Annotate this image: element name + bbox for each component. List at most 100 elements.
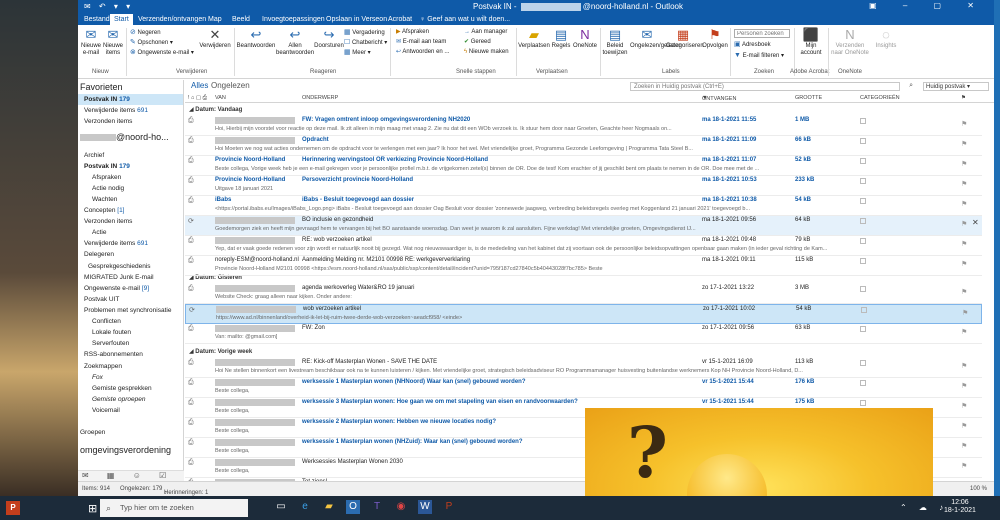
ignore-button[interactable]: ⊘ Negeren bbox=[130, 29, 161, 37]
flag-icon[interactable]: ⚑ bbox=[961, 260, 967, 268]
quickstep-email-team[interactable]: ✉ E-mail aan team bbox=[396, 39, 446, 46]
folder-20[interactable]: Conflicten bbox=[78, 316, 183, 327]
reply-all-button[interactable]: ↩ Allen beantwoorden bbox=[276, 28, 314, 57]
tab-bestand[interactable]: Bestand bbox=[80, 14, 114, 25]
folder-2[interactable]: Verwijderde items 691 bbox=[78, 105, 183, 116]
task-view-icon[interactable]: ▭ bbox=[274, 500, 288, 514]
delete-button[interactable]: ✕ Verwijderen bbox=[198, 28, 232, 50]
folder-30[interactable]: omgevingsverordening bbox=[78, 445, 183, 456]
followup-button[interactable]: ⚑ Opvolgen bbox=[702, 28, 728, 50]
message-row[interactable]: ⎙ werksessie 1 Masterplan wonen (NHNoord)… bbox=[185, 378, 982, 398]
tab-invoegtoepassingen[interactable]: Invoegtoepassingen bbox=[258, 14, 329, 25]
folder-15[interactable]: Gesprekgeschiedenis bbox=[78, 261, 183, 272]
folder-12[interactable]: Actie bbox=[78, 227, 183, 238]
cleanup-button[interactable]: ✎ Opschonen ▾ bbox=[130, 39, 173, 47]
filter-unread[interactable]: Ongelezen bbox=[211, 81, 250, 90]
folder-9[interactable]: Wachten bbox=[78, 194, 183, 205]
quickstep-antwoorden[interactable]: ↩ Antwoorden en ... bbox=[396, 49, 449, 56]
system-tray[interactable]: ⌃ ☁ ♪ bbox=[900, 503, 948, 512]
category-box[interactable] bbox=[860, 258, 866, 264]
my-account-button[interactable]: ⬛ Mijn account bbox=[796, 28, 826, 57]
folder-24[interactable]: Zoekmappen bbox=[78, 361, 183, 372]
tab-verzenden-ontvangen[interactable]: Verzenden/ontvangen bbox=[134, 14, 210, 25]
folder-29[interactable]: Groepen bbox=[78, 427, 183, 438]
flag-icon[interactable]: ⚑ bbox=[961, 382, 967, 390]
folder-26[interactable]: Gemiste gesprekken bbox=[78, 383, 183, 394]
folder-22[interactable]: Serverfouten bbox=[78, 338, 183, 349]
window-controls[interactable]: ▣ – ▢ ✕ bbox=[869, 1, 986, 10]
folder-6[interactable]: Postvak IN 179 bbox=[78, 161, 183, 172]
tab-acrobat[interactable]: Acrobat bbox=[384, 14, 416, 25]
filter-all[interactable]: Alles bbox=[191, 81, 208, 90]
flag-icon[interactable]: ⚑ bbox=[961, 220, 967, 228]
column-subject[interactable]: ONDERWERP bbox=[302, 95, 338, 101]
categorize-button[interactable]: ▦ Categoriseren bbox=[666, 28, 704, 50]
column-from[interactable]: VAN bbox=[215, 95, 226, 101]
new-items-button[interactable]: ✉ Nieuwe items bbox=[103, 28, 123, 57]
quickstep-afspraken[interactable]: ▶ Afspraken bbox=[396, 29, 429, 36]
folder-27[interactable]: Gemiste oproepen bbox=[78, 394, 183, 405]
junk-button[interactable]: ⊗ Ongewenste e-mail ▾ bbox=[130, 49, 194, 57]
date-group-header[interactable]: ◢ Datum: Vorige week bbox=[185, 348, 975, 357]
message-row[interactable]: ⎙ agenda werkoverleg Water&RO 19 januari z… bbox=[185, 284, 982, 304]
flag-icon[interactable]: ⚑ bbox=[962, 309, 968, 317]
tab-start[interactable]: Start bbox=[110, 14, 133, 25]
quick-access-toolbar[interactable]: ✉ ↶ ▾ ▾ bbox=[84, 2, 133, 11]
column-flag[interactable]: ⚑ bbox=[961, 95, 966, 101]
file-explorer-icon[interactable]: ▰ bbox=[322, 500, 336, 514]
clock[interactable]: 12:06 18-1-2021 bbox=[944, 499, 976, 515]
search-people-input[interactable] bbox=[734, 29, 790, 38]
folder-5[interactable]: Archief bbox=[78, 150, 183, 161]
tell-me-search[interactable]: ♀ Geef aan wat u wilt doen... bbox=[416, 14, 514, 25]
tab-map[interactable]: Map bbox=[204, 14, 226, 25]
app-icon[interactable]: ◉ bbox=[394, 500, 408, 514]
filter-email-button[interactable]: ▼ E-mail filteren ▾ bbox=[734, 52, 784, 60]
folder-13[interactable]: Verwijderde items 691 bbox=[78, 238, 183, 249]
new-email-button[interactable]: ✉ Nieuwe e-mail bbox=[81, 28, 101, 57]
folder-28[interactable]: Voicemail bbox=[78, 405, 183, 416]
folder-11[interactable]: Verzonden items bbox=[78, 216, 183, 227]
folder-21[interactable]: Lokale fouten bbox=[78, 327, 183, 338]
windows-start-icon[interactable]: ⊞ bbox=[88, 502, 97, 515]
column-icons[interactable]: ! ⌂ ▢ ⎙ bbox=[188, 95, 207, 102]
rules-button[interactable]: ▤ Regels bbox=[550, 28, 572, 50]
message-row[interactable]: ⎙ Opdracht ma 18-1-2021 11:09 66 kB Hoi Moet… bbox=[185, 136, 982, 156]
category-box[interactable] bbox=[860, 400, 866, 406]
nav-switcher[interactable]: ✉ ▦ ☺ ☑ ⋯ bbox=[78, 470, 184, 489]
word-icon[interactable]: W bbox=[418, 500, 432, 514]
folder-14[interactable]: Delegeren bbox=[78, 249, 183, 260]
message-row[interactable]: ⎙ iBabs iBabs - Besluit toegevoegd aan dos… bbox=[185, 196, 982, 216]
edge-icon[interactable]: e bbox=[298, 500, 312, 514]
category-box[interactable] bbox=[860, 198, 866, 204]
message-row[interactable]: ⎙ RE: Kick-off Masterplan Wonen - SAVE TH… bbox=[185, 358, 982, 378]
folder-4[interactable]: @noord-ho... bbox=[78, 132, 183, 143]
flag-icon[interactable]: ⚑ bbox=[961, 402, 967, 410]
flag-icon[interactable]: ⚑ bbox=[961, 200, 967, 208]
chat-button[interactable]: ☐ Chatbericht ▾ bbox=[344, 39, 387, 47]
message-row[interactable]: ⎙ FW: Vragen omtrent inloop omgevingsvero… bbox=[185, 116, 982, 136]
onenote-button[interactable]: N OneNote bbox=[572, 28, 598, 50]
column-size[interactable]: GROOTTE bbox=[795, 95, 822, 101]
message-row[interactable]: ⎙ FW: Zon zo 17-1-2021 09:56 63 kB Van: mail… bbox=[185, 324, 982, 344]
message-row[interactable]: ⎙ Provincie Noord-Holland Persoverzicht pr… bbox=[185, 176, 982, 196]
message-row[interactable]: ⟳ wob verzoeken artikel zo 17-1-2021 10:02… bbox=[185, 304, 982, 324]
category-box[interactable] bbox=[860, 118, 866, 124]
assign-policy-button[interactable]: ▤ Beleid toewijzen bbox=[602, 28, 628, 57]
quickstep-gereed[interactable]: ✔ Gereed bbox=[464, 39, 491, 46]
reply-button[interactable]: ↩ Beantwoorden bbox=[236, 28, 276, 50]
folder-1[interactable]: Postvak IN 179 bbox=[78, 94, 183, 105]
address-book-button[interactable]: ▣ Adresboek bbox=[734, 41, 771, 49]
flag-icon[interactable]: ⚑ bbox=[961, 362, 967, 370]
meeting-button[interactable]: ▦ Vergadering bbox=[344, 29, 385, 37]
search-scope-dropdown[interactable]: Huidig postvak ▾ bbox=[923, 82, 989, 91]
category-box[interactable] bbox=[860, 380, 866, 386]
message-row[interactable]: ⎙ Provincie Noord-Holland Herinnering werv… bbox=[185, 156, 982, 176]
folder-16[interactable]: MIGRATED Junk E-mail bbox=[78, 272, 183, 283]
powerpoint-taskbar-icon[interactable]: P bbox=[442, 500, 456, 514]
forward-button[interactable]: ↪ Doorsturen bbox=[314, 28, 344, 50]
category-box[interactable] bbox=[860, 326, 866, 332]
taskbar-search[interactable]: ⌕ Typ hier om te zoeken bbox=[100, 499, 248, 517]
flag-icon[interactable]: ⚑ bbox=[961, 120, 967, 128]
category-box[interactable] bbox=[860, 360, 866, 366]
flag-icon[interactable]: ⚑ bbox=[961, 462, 967, 470]
